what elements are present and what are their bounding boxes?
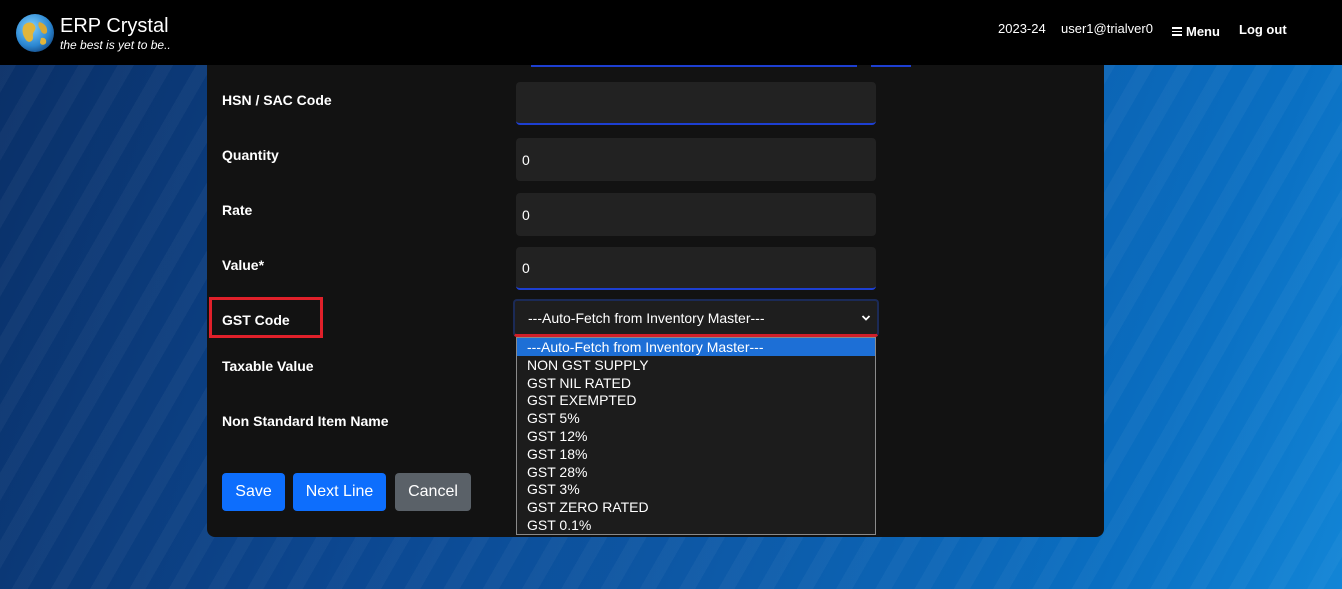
brand-name: ERP Crystal (60, 15, 169, 37)
previous-button-underline (871, 65, 911, 67)
gst-option-zero-rated[interactable]: GST ZERO RATED (517, 498, 875, 516)
user-account[interactable]: user1@trialver0 (1061, 21, 1153, 36)
financial-year[interactable]: 2023-24 (998, 21, 1046, 36)
menu-button[interactable]: Menu (1172, 24, 1220, 39)
brand-tagline: the best is yet to be.. (60, 38, 171, 52)
taxable-value-label: Taxable Value (222, 358, 314, 374)
menu-label: Menu (1186, 24, 1220, 39)
gst-code-select[interactable]: ---Auto-Fetch from Inventory Master--- (513, 299, 879, 337)
save-button[interactable]: Save (222, 473, 285, 511)
next-line-button[interactable]: Next Line (293, 473, 386, 511)
rate-label: Rate (222, 202, 253, 218)
gst-option-nil-rated[interactable]: GST NIL RATED (517, 374, 875, 392)
gst-code-label: GST Code (222, 312, 290, 328)
logout-link[interactable]: Log out (1239, 22, 1287, 37)
gst-option-0-1[interactable]: GST 0.1% (517, 516, 875, 534)
gst-code-dropdown[interactable]: ---Auto-Fetch from Inventory Master--- N… (516, 337, 876, 535)
gst-option-exempted[interactable]: GST EXEMPTED (517, 391, 875, 409)
top-navbar: ERP Crystal the best is yet to be.. 2023… (0, 0, 1342, 65)
cancel-button[interactable]: Cancel (395, 473, 471, 511)
previous-field-underline (531, 65, 857, 67)
gst-option-18[interactable]: GST 18% (517, 445, 875, 463)
gst-option-28[interactable]: GST 28% (517, 463, 875, 481)
hsn-label: HSN / SAC Code (222, 92, 332, 108)
non-standard-item-label: Non Standard Item Name (222, 413, 389, 429)
globe-icon[interactable] (15, 13, 55, 53)
hsn-input[interactable] (516, 82, 876, 125)
rate-input[interactable]: 0 (516, 193, 876, 236)
gst-code-selected: ---Auto-Fetch from Inventory Master--- (528, 309, 765, 326)
value-input[interactable]: 0 (516, 247, 876, 290)
quantity-input[interactable]: 0 (516, 138, 876, 181)
gst-option-5[interactable]: GST 5% (517, 409, 875, 427)
value-label: Value* (222, 257, 265, 273)
hamburger-icon (1172, 27, 1182, 36)
gst-option-3[interactable]: GST 3% (517, 480, 875, 498)
gst-option-non-gst-supply[interactable]: NON GST SUPPLY (517, 356, 875, 374)
quantity-label: Quantity (222, 147, 279, 163)
chevron-down-icon (861, 315, 871, 321)
gst-option-auto-fetch[interactable]: ---Auto-Fetch from Inventory Master--- (517, 338, 875, 356)
gst-option-12[interactable]: GST 12% (517, 427, 875, 445)
